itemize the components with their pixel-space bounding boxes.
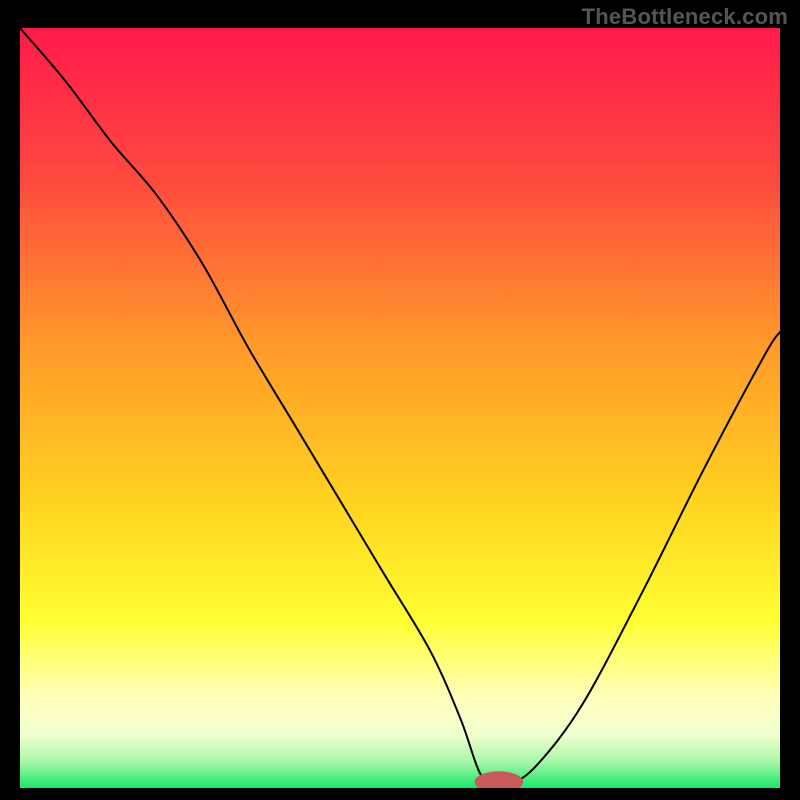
- watermark-text: TheBottleneck.com: [582, 4, 788, 30]
- bottleneck-plot: [20, 28, 780, 788]
- gradient-background: [20, 28, 780, 788]
- chart-frame: TheBottleneck.com: [0, 0, 800, 800]
